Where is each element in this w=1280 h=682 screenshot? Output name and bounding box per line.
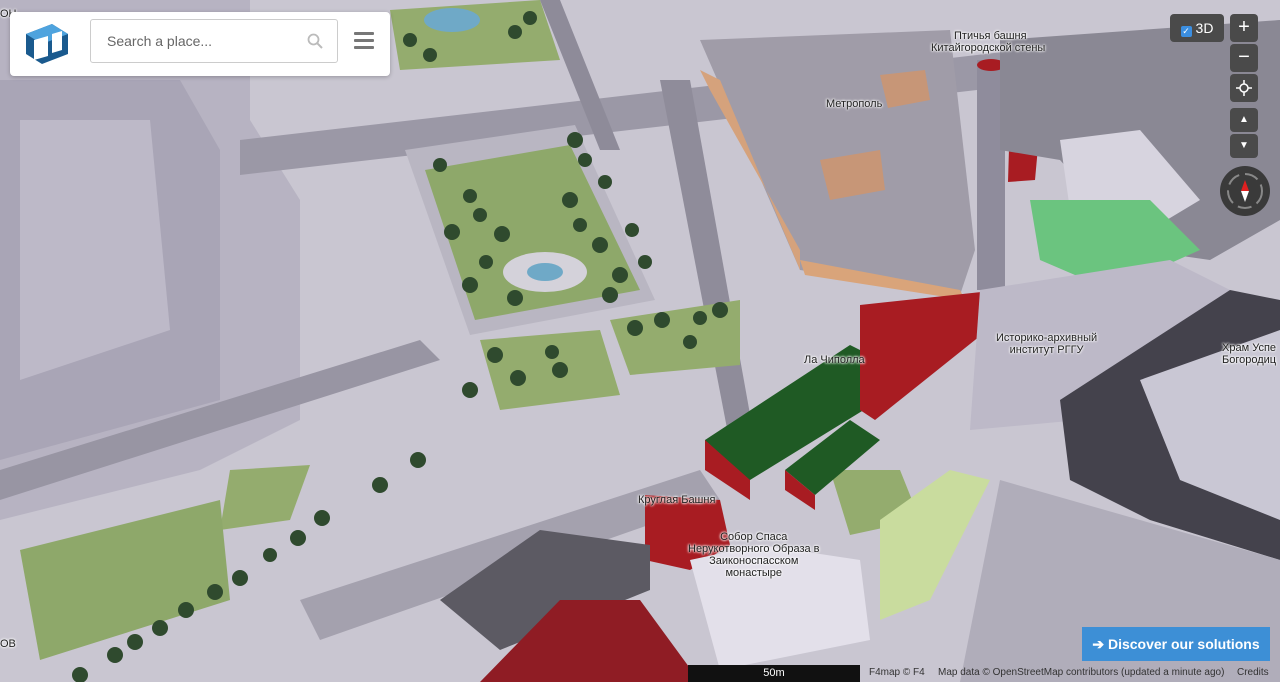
compass-control[interactable] (1220, 166, 1270, 216)
credits-link[interactable]: Credits (1237, 667, 1269, 678)
osm-credit[interactable]: Map data © OpenStreetMap contributors (u… (938, 667, 1224, 678)
locate-button[interactable] (1230, 74, 1258, 102)
compass-icon (1227, 173, 1263, 209)
label-sobor[interactable]: Собор Спаса Нерукотворного Образа в Заик… (688, 531, 820, 579)
label-sobor-line2: Нерукотворного Образа в (688, 543, 820, 555)
checkbox-checked-icon[interactable]: ✓ (1180, 26, 1192, 37)
label-church-line2: Богородиц (1222, 354, 1277, 366)
label-bird-tower-line2: Китайгородской стены (931, 42, 1046, 54)
label-left-bottom: ОВ (0, 638, 16, 650)
label-metropol[interactable]: Метрополь (826, 98, 882, 110)
label-sobor-line3: Заиконоспасском (709, 555, 799, 567)
search-icon[interactable] (307, 33, 323, 49)
search-box[interactable] (90, 19, 338, 63)
label-round-tower[interactable]: Круглая Башня (638, 494, 715, 506)
tilt-up-button[interactable]: ▲ (1230, 108, 1258, 132)
f4map-credit[interactable]: F4map © F4 (869, 667, 925, 678)
chevron-down-icon: ▼ (1239, 140, 1249, 151)
discover-solutions-button[interactable]: ➔ Discover our solutions (1082, 627, 1270, 661)
chevron-up-icon: ▲ (1239, 114, 1249, 125)
f4map-logo[interactable] (22, 20, 72, 66)
discover-label: Discover our solutions (1107, 636, 1260, 652)
label-institute[interactable]: Историко-архивный институт РГГУ (996, 332, 1097, 356)
zoom-in-button[interactable]: + (1230, 14, 1258, 42)
label-church[interactable]: Храм Успе Богородиц (1222, 342, 1276, 366)
label-institute-line1: Историко-архивный (996, 332, 1098, 344)
label-bird-tower-line1: Птичья башня (954, 30, 1027, 42)
label-institute-line2: институт РГГУ (1009, 344, 1084, 356)
label-sobor-line1: Собор Спаса (720, 531, 788, 543)
search-panel (10, 12, 390, 76)
label-sobor-line4: монастыре (725, 567, 783, 579)
label-bird-tower[interactable]: Птичья башня (954, 30, 1027, 42)
label-church-line1: Храм Успе (1222, 342, 1277, 354)
crosshair-icon (1236, 80, 1252, 96)
toggle-3d-button[interactable]: ✓ 3D (1170, 14, 1224, 42)
hamburger-menu-icon[interactable] (354, 32, 374, 50)
toggle-3d-label: 3D (1195, 20, 1214, 36)
search-input[interactable] (105, 32, 299, 50)
scale-bar: 50m (688, 665, 860, 682)
arrow-circle-icon: ➔ (1092, 636, 1105, 652)
tilt-down-button[interactable]: ▼ (1230, 134, 1258, 158)
label-la-cipolla[interactable]: Ла Чиполла (804, 354, 865, 366)
label-bird-tower-sub[interactable]: Китайгородской стены (931, 42, 1045, 54)
fountain (527, 263, 563, 281)
zoom-out-button[interactable]: − (1230, 44, 1258, 72)
